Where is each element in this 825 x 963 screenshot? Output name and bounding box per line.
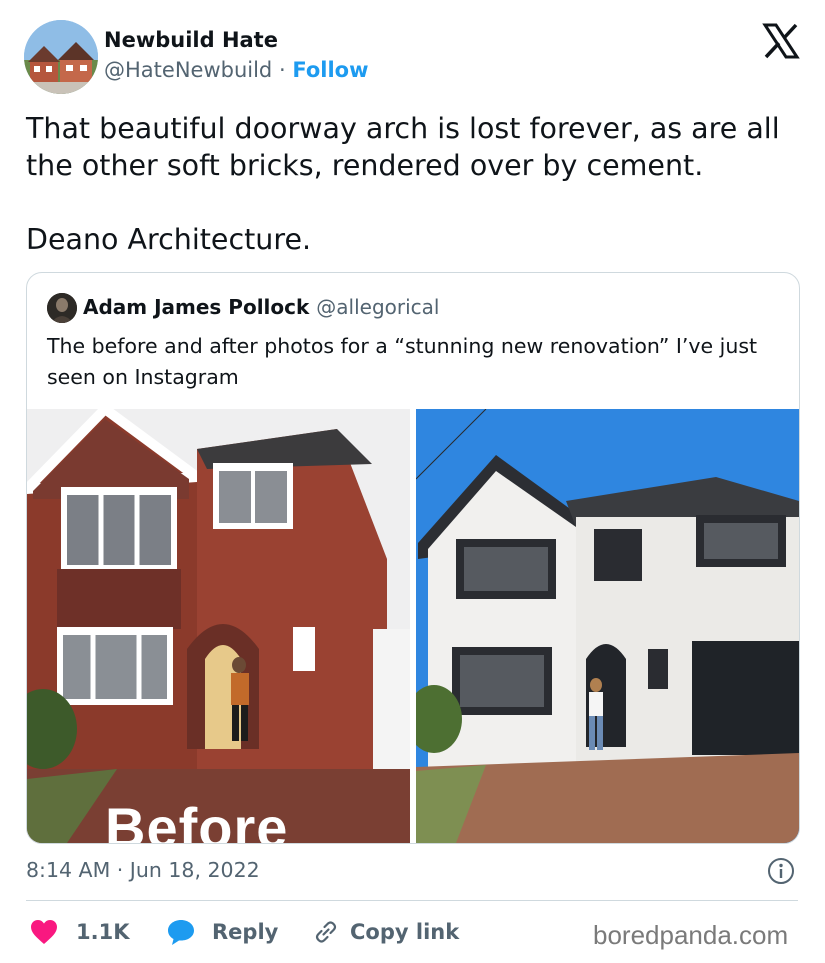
media-grid[interactable]: Before: [27, 409, 799, 843]
after-photo[interactable]: [416, 409, 799, 843]
before-photo[interactable]: [27, 409, 410, 843]
quoted-author-line: Adam James Pollock @allegorical: [83, 295, 439, 319]
link-icon: [312, 918, 340, 946]
author-name[interactable]: Newbuild Hate: [104, 28, 278, 52]
quoted-author-handle: @allegorical: [316, 295, 440, 319]
reply-button[interactable]: Reply: [166, 916, 278, 948]
copy-link-label: Copy link: [350, 920, 460, 944]
quoted-tweet-text: The before and after photos for a “stunn…: [47, 334, 758, 389]
tweet-paragraph-1: That beautiful doorway arch is lost fore…: [26, 112, 780, 182]
copy-link-button[interactable]: Copy link: [312, 916, 459, 948]
like-count: 1.1K: [76, 920, 130, 944]
tweet-timestamp[interactable]: 8:14 AM · Jun 18, 2022: [26, 858, 260, 882]
reply-bubble-icon: [166, 918, 196, 946]
tweet-text: That beautiful doorway arch is lost fore…: [26, 110, 806, 258]
x-logo-icon[interactable]: [762, 22, 800, 60]
author-avatar[interactable]: [24, 20, 98, 94]
reply-label: Reply: [212, 920, 279, 944]
footer-divider: [26, 900, 798, 901]
tweet-paragraph-2: Deano Architecture.: [26, 223, 312, 256]
before-label: Before: [105, 796, 289, 844]
like-button[interactable]: 1.1K: [30, 916, 129, 948]
houses-avatar-image: [24, 20, 98, 94]
quoted-author-avatar: [47, 293, 77, 323]
heart-icon: [30, 919, 58, 945]
quoted-author-name: Adam James Pollock: [83, 295, 310, 319]
author-handle[interactable]: @HateNewbuild: [104, 58, 272, 82]
quoted-tweet-card[interactable]: Adam James Pollock @allegorical The befo…: [26, 272, 800, 844]
watermark-text: boredpanda.com: [593, 920, 789, 950]
separator-dot: ·: [278, 58, 286, 82]
follow-button[interactable]: Follow: [292, 58, 368, 82]
info-icon[interactable]: [767, 857, 795, 885]
author-handle-line: @HateNewbuild · Follow: [104, 58, 368, 82]
